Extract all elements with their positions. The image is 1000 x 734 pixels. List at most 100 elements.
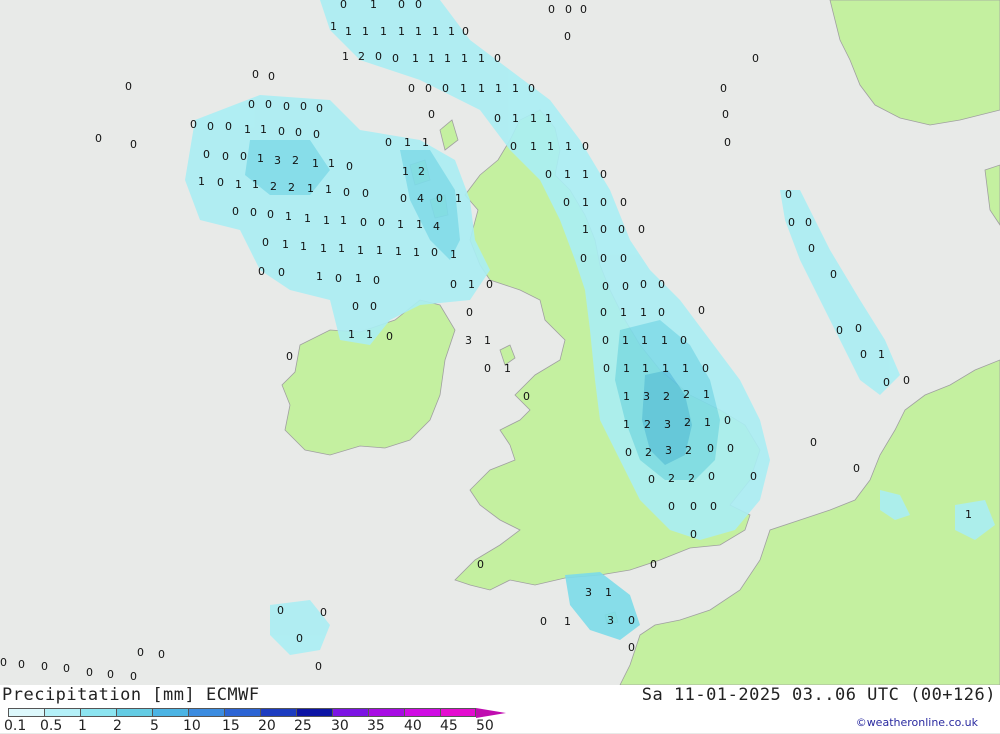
legend-label: 1: [78, 718, 87, 734]
svg-text:0: 0: [600, 196, 607, 209]
svg-text:2: 2: [668, 472, 675, 485]
svg-text:1: 1: [244, 123, 251, 136]
svg-text:0: 0: [600, 223, 607, 236]
svg-text:1: 1: [260, 123, 267, 136]
svg-text:1: 1: [623, 390, 630, 403]
svg-text:1: 1: [504, 362, 511, 375]
svg-text:0: 0: [262, 236, 269, 249]
svg-text:0: 0: [724, 136, 731, 149]
svg-text:0: 0: [582, 140, 589, 153]
svg-text:1: 1: [257, 152, 264, 165]
svg-text:0: 0: [252, 68, 259, 81]
svg-text:0: 0: [375, 50, 382, 63]
svg-text:2: 2: [645, 446, 652, 459]
legend-label: 5: [150, 718, 159, 734]
svg-text:0: 0: [217, 176, 224, 189]
svg-text:0: 0: [638, 223, 645, 236]
svg-text:0: 0: [808, 242, 815, 255]
precipitation-legend: [8, 708, 506, 718]
svg-text:0: 0: [250, 206, 257, 219]
svg-text:0: 0: [0, 656, 7, 669]
svg-text:0: 0: [708, 470, 715, 483]
map-footer: Precipitation [mm] ECMWF Sa 11-01-2025 0…: [0, 685, 1000, 734]
svg-text:0: 0: [222, 150, 229, 163]
svg-text:3: 3: [274, 154, 281, 167]
svg-text:1: 1: [704, 416, 711, 429]
svg-text:0: 0: [494, 112, 501, 125]
svg-text:1: 1: [530, 140, 537, 153]
svg-text:0: 0: [523, 390, 530, 403]
credit-link[interactable]: ©weatheronline.co.uk: [856, 716, 978, 729]
svg-text:0: 0: [378, 216, 385, 229]
svg-text:1: 1: [330, 20, 337, 33]
svg-text:0: 0: [727, 442, 734, 455]
svg-text:1: 1: [565, 140, 572, 153]
svg-text:1: 1: [478, 52, 485, 65]
legend-label: 0.1: [4, 718, 27, 734]
svg-text:1: 1: [448, 25, 455, 38]
svg-text:0: 0: [158, 648, 165, 661]
svg-text:1: 1: [444, 52, 451, 65]
legend-swatch: [404, 708, 440, 717]
svg-text:1: 1: [316, 270, 323, 283]
legend-label: 0.5: [40, 718, 63, 734]
svg-text:4: 4: [433, 220, 440, 233]
svg-text:1: 1: [370, 0, 377, 11]
svg-text:0: 0: [398, 0, 405, 11]
svg-text:0: 0: [360, 216, 367, 229]
svg-text:1: 1: [252, 178, 259, 191]
svg-text:3: 3: [665, 444, 672, 457]
svg-text:0: 0: [724, 414, 731, 427]
svg-text:0: 0: [722, 108, 729, 121]
svg-text:0: 0: [130, 670, 137, 683]
legend-swatch: [8, 708, 44, 717]
svg-text:1: 1: [484, 334, 491, 347]
svg-text:0: 0: [903, 374, 910, 387]
svg-text:0: 0: [648, 473, 655, 486]
legend-swatch: [188, 708, 224, 717]
svg-text:0: 0: [628, 641, 635, 654]
legend-swatch: [296, 708, 332, 717]
svg-text:1: 1: [312, 157, 319, 170]
svg-text:0: 0: [203, 148, 210, 161]
svg-text:1: 1: [422, 136, 429, 149]
svg-text:0: 0: [462, 25, 469, 38]
svg-text:0: 0: [548, 3, 555, 16]
legend-label: 10: [183, 718, 201, 734]
svg-text:2: 2: [418, 165, 425, 178]
svg-text:1: 1: [366, 328, 373, 341]
svg-text:2: 2: [683, 388, 690, 401]
svg-text:0: 0: [296, 632, 303, 645]
svg-text:0: 0: [268, 70, 275, 83]
svg-text:0: 0: [620, 252, 627, 265]
svg-text:1: 1: [285, 210, 292, 223]
svg-text:0: 0: [95, 132, 102, 145]
svg-text:1: 1: [582, 223, 589, 236]
svg-text:2: 2: [292, 154, 299, 167]
svg-text:1: 1: [620, 306, 627, 319]
svg-text:1: 1: [582, 196, 589, 209]
svg-text:4: 4: [417, 192, 424, 205]
svg-text:1: 1: [545, 112, 552, 125]
svg-text:0: 0: [603, 362, 610, 375]
legend-swatch: [332, 708, 368, 717]
svg-text:1: 1: [300, 240, 307, 253]
svg-text:3: 3: [465, 334, 472, 347]
svg-text:2: 2: [358, 50, 365, 63]
svg-text:0: 0: [207, 120, 214, 133]
svg-text:0: 0: [190, 118, 197, 131]
svg-text:2: 2: [644, 418, 651, 431]
svg-text:0: 0: [283, 100, 290, 113]
svg-text:1: 1: [512, 112, 519, 125]
svg-text:0: 0: [267, 208, 274, 221]
svg-text:1: 1: [325, 183, 332, 196]
svg-text:1: 1: [478, 82, 485, 95]
svg-text:0: 0: [853, 462, 860, 475]
svg-text:0: 0: [720, 82, 727, 95]
svg-text:0: 0: [836, 324, 843, 337]
svg-text:0: 0: [702, 362, 709, 375]
svg-text:0: 0: [484, 362, 491, 375]
svg-text:1: 1: [235, 178, 242, 191]
svg-text:1: 1: [328, 157, 335, 170]
svg-text:1: 1: [307, 182, 314, 195]
